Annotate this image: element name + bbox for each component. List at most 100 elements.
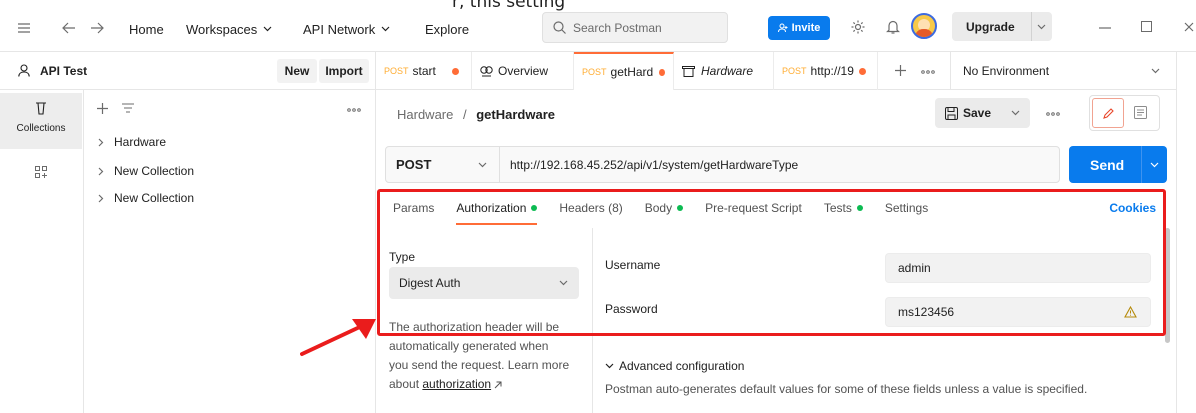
send-button[interactable]: Send [1069, 146, 1167, 183]
breadcrumb-current[interactable]: getHardware [476, 107, 555, 122]
workspace-header: API Test New Import [0, 52, 376, 90]
search-input[interactable]: Search Postman [542, 12, 728, 43]
tab-pre-request-script[interactable]: Pre-request Script [705, 192, 802, 224]
tab-headers[interactable]: Headers (8) [559, 192, 622, 224]
new-button[interactable]: New [277, 59, 317, 83]
auth-type-label: Type [389, 250, 416, 264]
auth-help-line: automatically generated when [389, 339, 549, 353]
invite-button[interactable]: Invite [768, 16, 830, 40]
overlay-caption: r, this setting [452, 0, 566, 12]
auth-help-text: The authorization header will be automat… [389, 318, 589, 394]
tab-gethard[interactable]: POST getHard [574, 52, 674, 90]
filter-icon [122, 103, 134, 113]
auth-type-select[interactable]: Digest Auth [389, 267, 579, 299]
password-label: Password [605, 302, 658, 316]
more-actions-icon[interactable] [1046, 112, 1060, 116]
apps-add-icon[interactable] [35, 166, 47, 178]
url-input[interactable]: http://192.168.45.252/api/v1/system/getH… [510, 147, 798, 182]
active-dot [531, 205, 538, 211]
tab-body[interactable]: Body [645, 192, 684, 224]
documentation-icon[interactable] [1134, 106, 1147, 119]
tab-http[interactable]: POST http://19 [774, 52, 878, 90]
breadcrumb-parent[interactable]: Hardware [397, 107, 453, 122]
close-icon[interactable] [1184, 22, 1194, 32]
minimize-icon[interactable] [1099, 27, 1111, 29]
tab-headers-label: Headers (8) [559, 201, 623, 215]
username-label: Username [605, 258, 661, 272]
tab-label: Hardware [701, 64, 754, 78]
save-label: Save [963, 106, 992, 120]
avatar[interactable] [911, 13, 937, 39]
tab-settings[interactable]: Settings [885, 192, 928, 224]
nav-api-network[interactable]: API Network [303, 21, 390, 37]
send-divider [1141, 146, 1142, 183]
password-value: ms123456 [898, 305, 955, 319]
environment-select[interactable]: No Environment [950, 52, 1166, 90]
nav-home[interactable]: Home [129, 21, 164, 37]
tab-pre-request-label: Pre-request Script [705, 201, 802, 215]
auth-type-panel: Type Digest Auth The authorization heade… [385, 228, 593, 413]
authorization-docs-link[interactable]: authorization [422, 377, 491, 391]
settings-gear-icon[interactable] [850, 19, 866, 35]
new-tab-icon[interactable] [895, 65, 906, 76]
unsaved-dot [858, 67, 866, 75]
nav-workspaces[interactable]: Workspaces [186, 21, 272, 37]
active-dot [856, 205, 863, 211]
collection-label: New Collection [114, 191, 195, 205]
add-user-icon [777, 23, 788, 33]
filter-input[interactable] [116, 97, 348, 121]
collection-item[interactable]: New Collection [98, 164, 194, 178]
tab-tests-label: Tests [823, 201, 852, 215]
password-field[interactable]: ms123456 [885, 297, 1151, 327]
more-tabs-icon[interactable] [921, 70, 935, 74]
rail-item-collections[interactable]: Collections [0, 93, 82, 149]
tab-hardware[interactable]: Hardware [674, 52, 774, 90]
trash-icon [35, 101, 47, 115]
unsaved-dot [659, 68, 665, 76]
tab-method: POST [582, 67, 607, 77]
send-label: Send [1090, 157, 1125, 173]
more-options-icon[interactable] [347, 108, 361, 112]
chevron-down-icon [1151, 68, 1160, 74]
upgrade-divider [1031, 12, 1032, 41]
auth-help-about: about [389, 377, 420, 391]
tab-label: getHard [610, 65, 654, 79]
username-value: admin [898, 261, 931, 275]
chevron-down-icon [559, 280, 568, 286]
username-field[interactable]: admin [885, 253, 1151, 283]
edit-pencil-icon[interactable] [1092, 98, 1124, 128]
method-select[interactable]: POST [386, 147, 500, 182]
unsaved-dot [451, 67, 459, 75]
maximize-icon[interactable] [1141, 21, 1152, 32]
scrollbar[interactable] [1165, 228, 1170, 343]
tab-authorization[interactable]: Authorization [456, 192, 538, 225]
notification-bell-icon[interactable] [886, 19, 900, 35]
save-button[interactable]: Save [935, 98, 1030, 128]
import-button[interactable]: Import [319, 59, 369, 83]
chevron-down-icon[interactable] [1037, 24, 1046, 30]
advanced-config-toggle[interactable]: Advanced configuration [605, 359, 744, 373]
advanced-config-description: Postman auto-generates default values fo… [605, 382, 1088, 396]
upgrade-label: Upgrade [966, 19, 1015, 34]
collection-item[interactable]: New Collection [98, 191, 194, 205]
tab-tests[interactable]: Tests [824, 192, 863, 224]
external-link-icon[interactable] [494, 381, 502, 389]
workspace-name[interactable]: API Test [40, 64, 87, 78]
tab-label: start [412, 64, 436, 78]
nav-workspaces-label: Workspaces [186, 21, 258, 37]
tab-label: Overview [498, 64, 549, 78]
tab-start[interactable]: POST start [376, 52, 472, 90]
cookies-link[interactable]: Cookies [1109, 201, 1156, 215]
menu-icon[interactable] [18, 23, 30, 33]
tab-method: POST [782, 66, 807, 76]
breadcrumb: Hardware / getHardware [397, 107, 555, 122]
tab-params[interactable]: Params [393, 192, 434, 224]
forward-arrow-icon[interactable] [90, 22, 104, 34]
back-arrow-icon[interactable] [62, 22, 76, 34]
nav-explore[interactable]: Explore [425, 21, 469, 37]
tab-overview[interactable]: Overview [472, 52, 574, 90]
collection-item[interactable]: Hardware [98, 135, 166, 149]
chevron-down-icon [478, 162, 487, 168]
auth-help-line-last: about authorization [389, 375, 589, 394]
add-icon[interactable] [97, 103, 108, 114]
